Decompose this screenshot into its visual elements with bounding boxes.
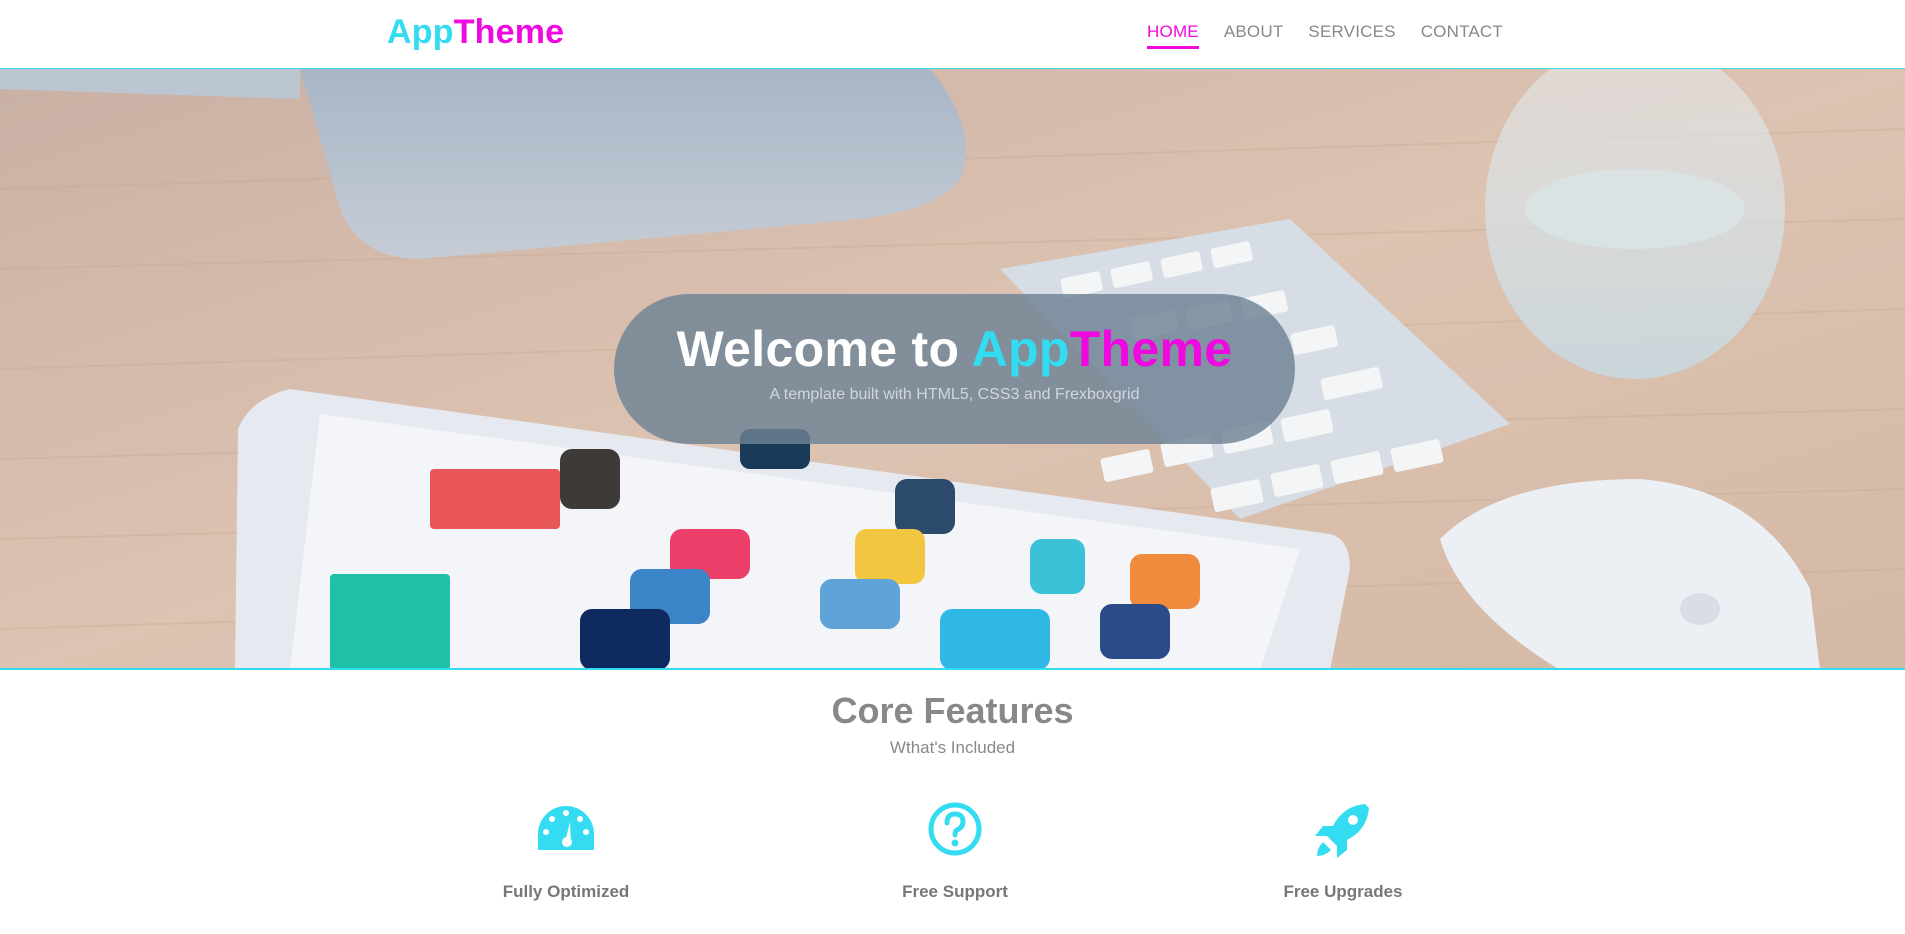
dashboard-icon xyxy=(538,806,594,850)
hero-section: Welcome to AppTheme A template built wit… xyxy=(0,69,1905,670)
brand-logo[interactable]: AppTheme xyxy=(387,13,564,52)
hero-subtitle: A template built with HTML5, CSS3 and Fr… xyxy=(769,386,1140,403)
feature-label: Fully Optimized xyxy=(502,882,630,901)
nav-item-about[interactable]: ABOUT xyxy=(1224,22,1284,49)
features-title: Core Features xyxy=(831,690,1074,731)
brand-logo-part1: App xyxy=(387,13,454,51)
nav-item-home[interactable]: HOME xyxy=(1147,22,1199,49)
hero-title-part1: App xyxy=(971,321,1070,377)
feature-free-upgrades: Free Upgrades xyxy=(1213,800,1473,902)
feature-fully-optimized: Fully Optimized xyxy=(436,800,696,902)
feature-label: Free Support xyxy=(902,882,1008,901)
nav-menu: HOME ABOUT SERVICES CONTACT xyxy=(1147,22,1503,49)
feature-free-support: Free Support xyxy=(825,800,1085,902)
hero-title-part2: Theme xyxy=(1069,321,1233,377)
hero-title: Welcome to AppTheme xyxy=(614,320,1295,378)
feature-label: Free Upgrades xyxy=(1283,882,1403,901)
hero-welcome-card: Welcome to AppTheme A template built wit… xyxy=(614,294,1295,444)
nav-item-services[interactable]: SERVICES xyxy=(1308,22,1395,49)
question-circle-icon xyxy=(928,802,982,856)
features-subtitle: Wthat's Included xyxy=(889,738,1016,757)
hero-title-prefix: Welcome to xyxy=(676,321,972,377)
navbar: AppTheme HOME ABOUT SERVICES CONTACT xyxy=(0,0,1905,69)
nav-item-contact[interactable]: CONTACT xyxy=(1421,22,1503,49)
brand-logo-part2: Theme xyxy=(453,13,565,51)
rocket-icon xyxy=(1315,804,1369,858)
